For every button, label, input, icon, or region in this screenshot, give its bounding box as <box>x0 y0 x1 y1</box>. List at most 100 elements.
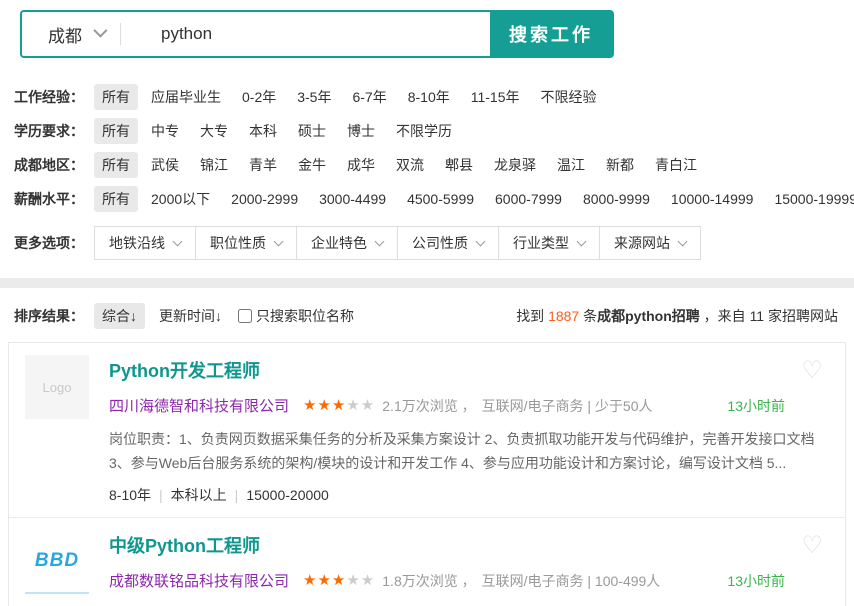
filter-option[interactable]: 青羊 <box>241 152 285 178</box>
filter-option[interactable]: 大专 <box>192 118 236 144</box>
chevron-down-icon <box>577 236 587 246</box>
filter-option[interactable]: 8-10年 <box>400 84 458 110</box>
filter-option[interactable]: 6000-7999 <box>487 188 570 210</box>
more-options-dropdowns: 地铁沿线 职位性质 企业特色 公司性质 行业类型 来源网站 <box>94 226 701 260</box>
title-only-checkbox-label: 只搜索职位名称 <box>256 306 354 326</box>
dropdown-label: 企业特色 <box>311 233 367 253</box>
filter-option[interactable]: 龙泉驿 <box>486 152 544 178</box>
dropdown-company-feature[interactable]: 企业特色 <box>296 226 398 260</box>
tag-separator: | <box>235 487 239 503</box>
filter-option[interactable]: 所有 <box>94 118 138 144</box>
filter-option[interactable]: 8000-9999 <box>575 188 658 210</box>
filter-option[interactable]: 双流 <box>388 152 432 178</box>
chevron-down-icon <box>476 236 486 246</box>
filter-option[interactable]: 2000-2999 <box>223 188 306 210</box>
job-tags: 8-10年|本科以上|15000-20000 <box>109 485 829 505</box>
city-selector-value: 成都 <box>48 22 82 47</box>
filter-option[interactable]: 硕士 <box>290 118 334 144</box>
filter-option[interactable]: 所有 <box>94 84 138 110</box>
chevron-down-icon <box>375 236 385 246</box>
favorite-icon[interactable]: ♡ <box>801 359 823 383</box>
filter-option[interactable]: 15000-19999 <box>766 188 854 210</box>
company-name-link[interactable]: 成都数联铭品科技有限公司 <box>109 570 289 591</box>
rating-stars-icon: ★★★★★ <box>303 573 375 588</box>
filter-option[interactable]: 4500-5999 <box>399 188 482 210</box>
filter-option[interactable]: 金牛 <box>290 152 334 178</box>
result-mid: 条 <box>579 308 597 324</box>
job-title-link[interactable]: 中级Python工程师 <box>109 532 829 558</box>
filter-option[interactable]: 武侯 <box>143 152 187 178</box>
filter-option[interactable]: 所有 <box>94 152 138 178</box>
filter-option[interactable]: 11-15年 <box>463 84 528 110</box>
dropdown-label: 职位性质 <box>210 233 266 253</box>
sort-label: 排序结果： <box>14 306 84 326</box>
job-title-link[interactable]: Python开发工程师 <box>109 357 829 383</box>
dropdown-industry[interactable]: 行业类型 <box>498 226 600 260</box>
job-content: Python开发工程师 四川海德智和科技有限公司 ★★★★★ 2.1万次浏览 ，… <box>109 355 829 505</box>
dropdown-source-site[interactable]: 来源网站 <box>599 226 701 260</box>
company-logo: BBD <box>25 530 89 594</box>
filter-option[interactable]: 0-2年 <box>234 84 284 110</box>
filter-option[interactable]: 6-7年 <box>344 84 394 110</box>
result-keyword: 成都python招聘 <box>597 308 700 324</box>
filter-option[interactable]: 成华 <box>339 152 383 178</box>
filter-option[interactable]: 2000以下 <box>143 186 218 212</box>
filter-label: 学历要求： <box>14 121 84 141</box>
chevron-down-icon <box>93 24 107 38</box>
filter-label: 成都地区： <box>14 155 84 175</box>
dropdown-job-nature[interactable]: 职位性质 <box>195 226 297 260</box>
rating-stars-icon: ★★★★★ <box>303 398 375 413</box>
company-meta: 互联网/电子商务 | 100-499人 <box>482 571 661 591</box>
sort-update-time-button[interactable]: 更新时间↓ <box>159 306 222 326</box>
result-prefix: 找到 <box>516 308 548 324</box>
filter-option[interactable]: 3-5年 <box>289 84 339 110</box>
filter-option[interactable]: 新都 <box>598 152 642 178</box>
filter-row-district: 成都地区： 所有 武侯 锦江 青羊 金牛 成华 双流 郫县 龙泉驿 温江 新都 … <box>14 152 854 178</box>
filter-option[interactable]: 本科 <box>241 118 285 144</box>
company-row: 成都数联铭品科技有限公司 ★★★★★ 1.8万次浏览 ， 互联网/电子商务 | … <box>109 570 829 591</box>
chevron-down-icon <box>274 236 284 246</box>
tag-education: 本科以上 <box>171 487 227 503</box>
title-only-checkbox-wrap: 只搜索职位名称 <box>238 306 354 326</box>
filter-panel: 工作经验： 所有 应届毕业生 0-2年 3-5年 6-7年 8-10年 11-1… <box>14 84 854 260</box>
dropdown-company-type[interactable]: 公司性质 <box>397 226 499 260</box>
filter-option[interactable]: 锦江 <box>192 152 236 178</box>
dropdown-label: 来源网站 <box>614 233 670 253</box>
filter-option[interactable]: 中专 <box>143 118 187 144</box>
result-summary: 找到 1887 条成都python招聘 ，来自 11 家招聘网站 <box>516 306 838 326</box>
job-card: ♡ BBD 中级Python工程师 成都数联铭品科技有限公司 ★★★★★ 1.8… <box>9 517 845 606</box>
stars-empty: ★★ <box>346 572 375 589</box>
search-button[interactable]: 搜索工作 <box>490 12 612 56</box>
filter-option[interactable]: 博士 <box>339 118 383 144</box>
filter-option[interactable]: 郫县 <box>437 152 481 178</box>
site-count: 11 <box>750 308 765 324</box>
filter-option[interactable]: 青白江 <box>647 152 705 178</box>
filter-option[interactable]: 温江 <box>549 152 593 178</box>
favorite-icon[interactable]: ♡ <box>801 534 823 558</box>
tag-experience: 8-10年 <box>109 487 151 503</box>
city-selector[interactable]: 成都 <box>22 12 120 56</box>
title-only-checkbox[interactable] <box>238 309 252 323</box>
view-count: 1.8万次浏览 ， <box>382 571 475 591</box>
stars-filled: ★★★ <box>303 397 346 414</box>
sort-comprehensive-button[interactable]: 综合↓ <box>94 303 145 329</box>
filter-option[interactable]: 10000-14999 <box>663 188 762 210</box>
post-time: 13小时前 <box>727 571 785 591</box>
filter-option[interactable]: 3000-4499 <box>311 188 394 210</box>
filter-row-education: 学历要求： 所有 中专 大专 本科 硕士 博士 不限学历 <box>14 118 854 144</box>
stars-filled: ★★★ <box>303 572 346 589</box>
section-divider <box>0 278 854 288</box>
search-input[interactable] <box>121 12 490 56</box>
chevron-down-icon <box>173 236 183 246</box>
job-list: ♡ Logo Python开发工程师 四川海德智和科技有限公司 ★★★★★ 2.… <box>8 342 846 606</box>
company-meta: 互联网/电子商务 | 少于50人 <box>482 396 653 416</box>
filter-option[interactable]: 所有 <box>94 186 138 212</box>
company-name-link[interactable]: 四川海德智和科技有限公司 <box>109 395 289 416</box>
filter-option[interactable]: 不限学历 <box>388 118 460 144</box>
filter-option[interactable]: 不限经验 <box>533 84 605 110</box>
stars-empty: ★★ <box>346 397 375 414</box>
tag-salary: 15000-20000 <box>246 487 329 503</box>
filter-option[interactable]: 应届毕业生 <box>143 84 229 110</box>
result-suffix: 家招聘网站 <box>764 308 838 324</box>
dropdown-metro-line[interactable]: 地铁沿线 <box>94 226 196 260</box>
